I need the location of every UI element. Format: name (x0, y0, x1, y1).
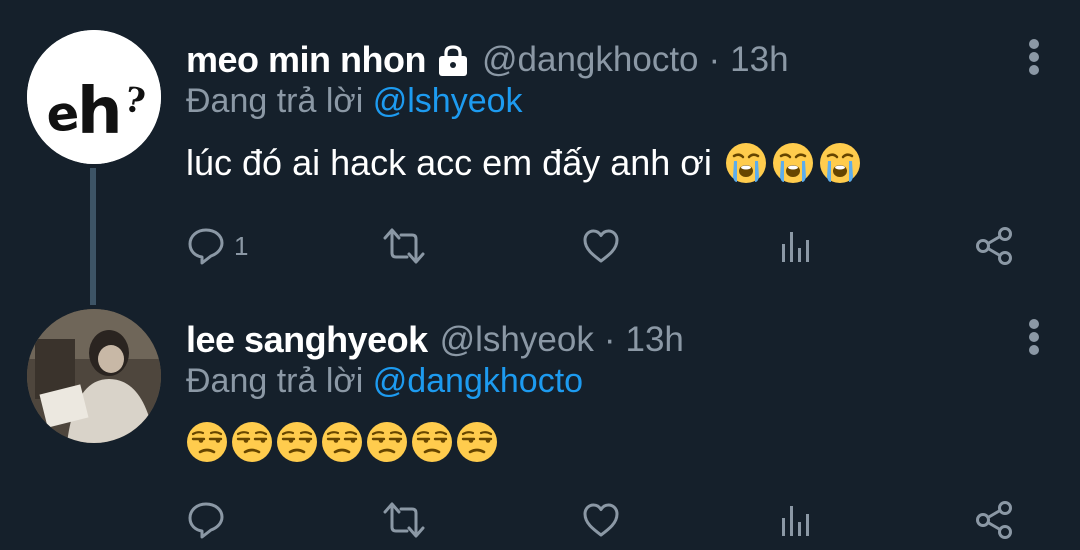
user-handle[interactable]: @dangkhocto (482, 40, 699, 80)
avatar[interactable]: e h ? (27, 30, 161, 164)
tweet-header: lee sanghyeok @lshyeok · 13h (186, 318, 684, 362)
share-button[interactable] (974, 496, 1014, 544)
reply-icon (186, 500, 226, 540)
share-button[interactable] (974, 222, 1014, 270)
retweet-icon (382, 226, 426, 266)
replying-to: Đang trả lời @dangkhocto (186, 362, 583, 401)
reply-button[interactable]: 1 (186, 222, 248, 270)
reply-icon (186, 226, 226, 266)
svg-text:h: h (77, 75, 123, 149)
unamused-face-icon (186, 421, 228, 463)
loudly-crying-face-icon (819, 142, 861, 184)
analytics-icon (779, 226, 815, 266)
tweet-header: meo min nhon @dangkhocto · 13h (186, 38, 789, 82)
more-options-icon[interactable] (1028, 319, 1040, 355)
reply-count: 1 (234, 230, 249, 261)
tweet[interactable]: lee sanghyeok @lshyeok · 13h Đang trả lờ… (0, 300, 1080, 550)
unamused-face-icon (366, 421, 408, 463)
unamused-face-icon (276, 421, 318, 463)
unamused-face-icon (231, 421, 273, 463)
more-options-icon[interactable] (1028, 39, 1040, 75)
retweet-button[interactable] (382, 222, 426, 270)
display-name[interactable]: lee sanghyeok (186, 319, 428, 361)
share-icon (974, 226, 1014, 266)
retweet-icon (382, 500, 426, 540)
tweet-text-body: lúc đó ai hack acc em đấy anh ơi (186, 142, 712, 183)
lock-icon (436, 43, 470, 77)
retweet-button[interactable] (382, 496, 426, 544)
like-button[interactable] (581, 496, 621, 544)
tweet-text: lúc đó ai hack acc em đấy anh ơi (186, 142, 861, 184)
loudly-crying-face-icon (725, 142, 767, 184)
timestamp[interactable]: 13h (730, 40, 788, 80)
loudly-crying-face-icon (772, 142, 814, 184)
unamused-face-icon (456, 421, 498, 463)
like-icon (581, 500, 621, 540)
display-name[interactable]: meo min nhon (186, 39, 427, 81)
unamused-face-icon (321, 421, 363, 463)
separator: · (708, 40, 721, 79)
analytics-button[interactable] (779, 496, 815, 544)
tweet-actions (0, 496, 1080, 544)
avatar[interactable] (27, 309, 161, 443)
reply-to-mention[interactable]: @dangkhocto (373, 362, 583, 400)
tweet-actions: 1 (0, 222, 1080, 270)
reply-prefix: Đang trả lời (186, 362, 364, 400)
like-button[interactable] (581, 222, 621, 270)
unamused-face-icon (411, 421, 453, 463)
timestamp[interactable]: 13h (625, 320, 683, 360)
separator: · (603, 320, 616, 359)
tweet-text (186, 421, 498, 463)
reply-button[interactable] (186, 496, 226, 544)
replying-to: Đang trả lời @lshyeok (186, 82, 523, 121)
tweet[interactable]: e h ? meo min nhon @dangkhocto · 13h Đan… (0, 0, 1080, 305)
analytics-icon (779, 500, 815, 540)
like-icon (581, 226, 621, 266)
reply-prefix: Đang trả lời (186, 82, 364, 120)
user-handle[interactable]: @lshyeok (440, 320, 594, 360)
share-icon (974, 500, 1014, 540)
reply-to-mention[interactable]: @lshyeok (373, 82, 523, 120)
analytics-button[interactable] (779, 222, 815, 270)
